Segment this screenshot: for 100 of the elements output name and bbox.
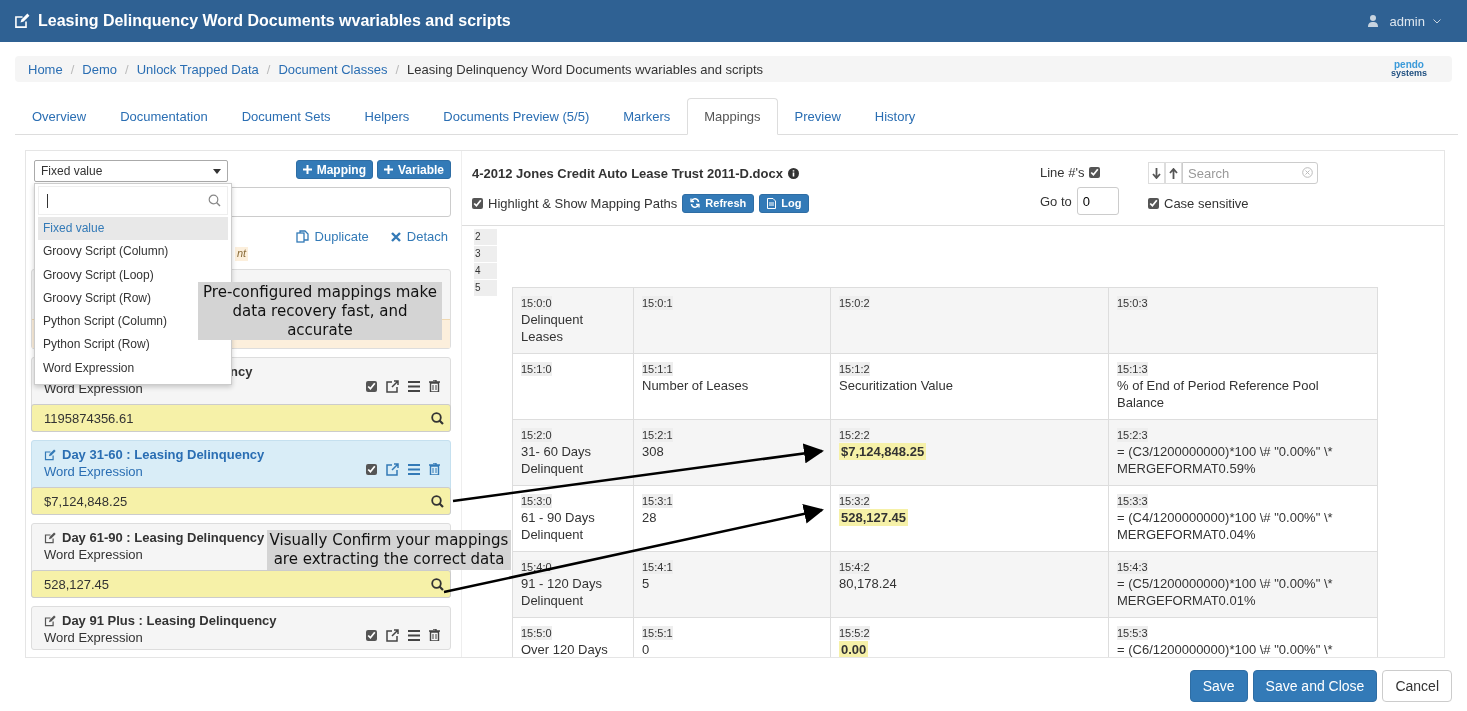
- highlight-checkbox[interactable]: [472, 197, 483, 209]
- tab[interactable]: Document Sets: [224, 98, 348, 135]
- edit-icon: [44, 531, 57, 544]
- arrow-up-icon: [1169, 167, 1178, 179]
- tab[interactable]: Documentation: [103, 98, 225, 135]
- chevron-down-icon: [1433, 18, 1441, 24]
- arrow-down-icon: [1152, 167, 1161, 179]
- tab[interactable]: Mappings: [687, 98, 778, 135]
- cell-code: 15:1:2: [839, 362, 870, 376]
- cell-code: 15:3:1: [642, 494, 673, 508]
- previous-button[interactable]: [1165, 162, 1182, 184]
- save-button[interactable]: Save: [1189, 670, 1248, 702]
- dropdown-option[interactable]: Groovy Script (Column): [38, 240, 228, 264]
- edit-icon: [13, 12, 30, 30]
- mapping-title: Day 91 Plus : Leasing Delinquency: [62, 613, 277, 628]
- user-icon: [1367, 15, 1378, 27]
- caret-icon: [213, 168, 221, 174]
- menu-icon[interactable]: [408, 463, 420, 475]
- breadcrumb-link[interactable]: Demo: [82, 61, 117, 77]
- document-icon: [767, 197, 777, 209]
- next-button[interactable]: [1148, 162, 1165, 184]
- cell-text: = (C6/1200000000)*100 \# "0.00%" \*: [1117, 641, 1333, 657]
- cell-text: = (C5/1200000000)*100 \# "0.00%" \* MERGEFORMAT0.01%: [1117, 575, 1334, 609]
- cell-text: % of End of Period Reference Pool Balance: [1117, 377, 1320, 411]
- mapping-card[interactable]: Day 31-60 : Leasing Delinquency Word Expression $7,124,848.25: [31, 440, 451, 515]
- copy-icon: [295, 230, 309, 243]
- line-number: 5: [474, 280, 497, 296]
- tab[interactable]: Documents Preview (5/5): [426, 98, 607, 135]
- cell-text: Over 120 Days: [521, 641, 608, 657]
- tab[interactable]: History: [857, 98, 933, 135]
- document-title: 4-2012 Jones Credit Auto Lease Trust 2011-D.docx: [472, 165, 783, 181]
- breadcrumb-link[interactable]: Unlock Trapped Data: [136, 61, 259, 77]
- breadcrumb-separator: /: [125, 61, 129, 77]
- enable-checkbox[interactable]: [366, 380, 377, 392]
- trash-icon[interactable]: [429, 629, 440, 641]
- log-button[interactable]: Log: [759, 193, 810, 213]
- edit-icon: [44, 448, 57, 461]
- cell-text: 91 - 120 Days Delinquent: [521, 575, 603, 609]
- user-menu[interactable]: admin: [1389, 13, 1425, 29]
- search-icon[interactable]: [431, 578, 444, 591]
- cell-text: 528,127.45: [839, 509, 909, 526]
- cell-text: 31- 60 Days Delinquent: [521, 443, 593, 477]
- search-icon[interactable]: [431, 495, 444, 508]
- cell-text: $7,124,848.25: [839, 443, 927, 460]
- callout-tooltip: Pre-configured mappings make data recovery fast, and accurate: [198, 282, 442, 340]
- enable-checkbox[interactable]: [366, 463, 377, 475]
- tab[interactable]: Markers: [606, 98, 688, 135]
- external-link-icon[interactable]: [386, 462, 399, 476]
- menu-icon[interactable]: [408, 380, 420, 392]
- refresh-button[interactable]: Refresh: [682, 193, 755, 213]
- line-numbers-checkbox[interactable]: [1089, 166, 1101, 178]
- search-field[interactable]: Search: [1182, 162, 1318, 184]
- search-icon[interactable]: [431, 412, 444, 425]
- dropdown-option[interactable]: Word Expression: [38, 356, 228, 381]
- cell-text: Delinquent Leases: [521, 311, 585, 345]
- menu-icon[interactable]: [408, 629, 420, 641]
- edit-icon: [44, 614, 57, 627]
- cell-code: 15:5:3: [1117, 626, 1148, 640]
- goto-field[interactable]: 0: [1076, 187, 1119, 215]
- cell-code: 15:5:2: [839, 626, 870, 640]
- cell-text: 0: [642, 641, 650, 657]
- save-and-close-button[interactable]: Save and Close: [1252, 670, 1378, 702]
- enable-checkbox[interactable]: [366, 629, 377, 641]
- breadcrumb-link[interactable]: Document Classes: [278, 61, 388, 77]
- trash-icon[interactable]: [429, 463, 440, 475]
- mapping-card[interactable]: Day 91 Plus : Leasing Delinquency Word Expression: [31, 606, 451, 650]
- value-field[interactable]: 528,127.45: [31, 570, 451, 598]
- cell-text: 28: [642, 509, 657, 526]
- dropdown-option[interactable]: Fixed value: [38, 217, 228, 241]
- breadcrumb-separator: /: [70, 61, 75, 77]
- cell-text: Number of Leases: [642, 377, 749, 394]
- close-icon: [390, 231, 401, 242]
- tab[interactable]: Overview: [15, 98, 104, 135]
- duplicate-link[interactable]: Duplicate: [295, 229, 369, 244]
- cell-code: 15:0:2: [839, 296, 870, 310]
- cell-code: 15:3:3: [1117, 494, 1148, 508]
- add-variable-button[interactable]: Variable: [376, 160, 451, 179]
- type-select[interactable]: Fixed value: [34, 160, 228, 182]
- cell-code: 15:2:2: [839, 428, 870, 442]
- line-number: 3: [474, 246, 497, 262]
- dropdown-search-field[interactable]: [38, 186, 228, 215]
- case-sensitive-checkbox[interactable]: [1148, 197, 1159, 209]
- cell-text: 0.00: [839, 641, 869, 657]
- breadcrumb-separator: /: [395, 61, 400, 77]
- mapping-title: Day 61-90 : Leasing Delinquency: [62, 530, 265, 545]
- breadcrumb-link[interactable]: Home: [28, 61, 63, 77]
- tab[interactable]: Preview: [777, 98, 858, 135]
- cell-code: 15:1:3: [1117, 362, 1148, 376]
- value-field[interactable]: $7,124,848.25: [31, 487, 451, 515]
- mapping-type: Word Expression: [44, 464, 144, 479]
- add-mapping-button[interactable]: Mapping: [295, 160, 373, 179]
- plus-icon: [383, 165, 393, 174]
- external-link-icon[interactable]: [386, 628, 399, 642]
- cancel-button[interactable]: Cancel: [1382, 670, 1452, 702]
- external-link-icon[interactable]: [386, 379, 399, 393]
- detach-link[interactable]: Detach: [390, 229, 448, 244]
- trash-icon[interactable]: [429, 380, 440, 392]
- cell-text: 308: [642, 443, 664, 460]
- tab[interactable]: Helpers: [347, 98, 427, 135]
- value-field[interactable]: 1195874356.61: [31, 404, 451, 432]
